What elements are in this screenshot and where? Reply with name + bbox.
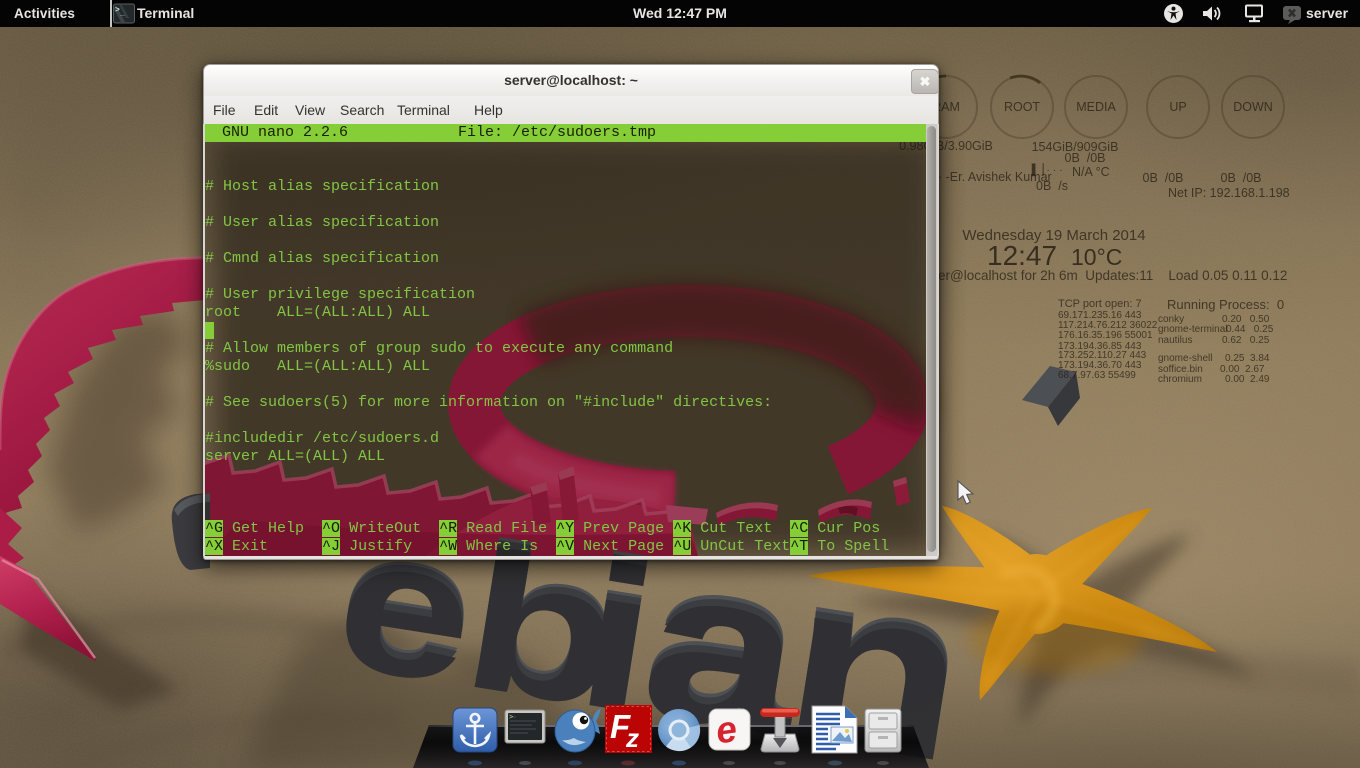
svg-text:>: > — [509, 714, 513, 722]
svg-text:z: z — [625, 723, 639, 753]
svg-text:_: _ — [119, 9, 125, 18]
